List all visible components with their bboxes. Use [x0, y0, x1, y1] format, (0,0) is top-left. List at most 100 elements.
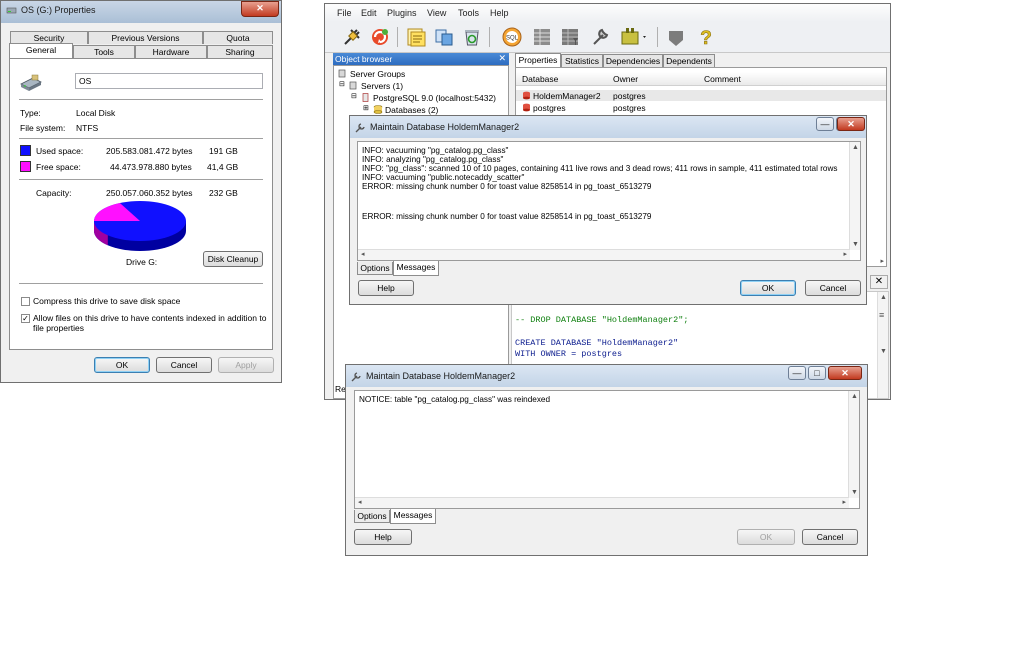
refresh-icon[interactable]: [369, 26, 391, 48]
maximize-button[interactable]: □: [808, 366, 826, 380]
row-database: postgres: [533, 103, 566, 113]
help-button[interactable]: Help: [358, 280, 414, 296]
tree-expander[interactable]: ⊟: [351, 92, 357, 100]
database-error-icon: [523, 103, 530, 112]
tree-server-groups[interactable]: Server Groups: [350, 69, 405, 79]
scroll-up-arrow[interactable]: ▲: [880, 294, 887, 301]
ok-button[interactable]: OK: [94, 357, 150, 373]
scroll-grip-icon[interactable]: ≡: [879, 310, 884, 320]
ok-button[interactable]: OK: [737, 529, 795, 545]
tab-previous-versions[interactable]: Previous Versions: [88, 31, 203, 44]
tab-tools[interactable]: Tools: [73, 45, 135, 58]
maint2-messages-log[interactable]: NOTICE: table "pg_catalog.pg_class" was …: [354, 390, 860, 509]
maint2-title-bar[interactable]: Maintain Database HoldemManager2 — □: [346, 365, 867, 387]
tab-options[interactable]: Options: [357, 262, 393, 275]
plug-icon[interactable]: [341, 26, 363, 48]
menu-file[interactable]: File: [337, 8, 352, 18]
scroll-right-arrow[interactable]: ▸: [842, 498, 846, 506]
index-checkbox[interactable]: ✓: [21, 314, 30, 323]
scroll-left-arrow[interactable]: ◂: [358, 498, 362, 506]
maint1-messages-log[interactable]: INFO: vacuuming "pg_catalog.pg_class" IN…: [357, 141, 861, 261]
filtered-data-icon[interactable]: [559, 26, 581, 48]
tab-dependents[interactable]: Dependents: [663, 54, 715, 67]
tree-expander[interactable]: ⊟: [339, 80, 345, 88]
tab-quota[interactable]: Quota: [203, 31, 273, 44]
tab-statistics[interactable]: Statistics: [561, 54, 603, 67]
log-vertical-scrollbar[interactable]: ▲ ▼: [848, 391, 859, 498]
toolbar-separator: [489, 27, 490, 47]
minimize-button[interactable]: —: [788, 366, 806, 380]
servers-icon: [349, 81, 357, 90]
divider: [19, 283, 263, 284]
minimize-icon: —: [792, 368, 802, 378]
maximize-icon: □: [814, 368, 820, 378]
drive-name-input[interactable]: OS: [75, 73, 263, 89]
tree-databases[interactable]: Databases (2): [385, 105, 438, 115]
tab-properties[interactable]: Properties: [515, 53, 561, 67]
menu-view[interactable]: View: [427, 8, 446, 18]
properties-close-button[interactable]: ✕: [241, 1, 279, 17]
scroll-down-arrow[interactable]: ▼: [852, 241, 859, 248]
close-icon: ✕: [847, 119, 855, 129]
hint-icon[interactable]: [665, 26, 687, 48]
scroll-right-arrow[interactable]: ▸: [843, 250, 847, 258]
log-vertical-scrollbar[interactable]: ▲ ▼: [849, 142, 860, 250]
sql-query-icon[interactable]: SQL: [501, 26, 523, 48]
sql-scrollbar[interactable]: ▲ ≡ ▼: [877, 292, 888, 398]
tab-dependencies[interactable]: Dependencies: [603, 54, 663, 67]
maint1-close-button[interactable]: ✕: [837, 117, 865, 131]
scroll-up-arrow[interactable]: ▲: [852, 144, 859, 151]
log-horizontal-scrollbar[interactable]: ◂ ▸: [355, 497, 849, 508]
delete-icon[interactable]: [461, 26, 483, 48]
tree-servers[interactable]: Servers (1): [361, 81, 403, 91]
disk-cleanup-button[interactable]: Disk Cleanup: [203, 251, 263, 267]
plugins-icon[interactable]: [619, 26, 649, 48]
maint2-close-button[interactable]: ✕: [828, 366, 862, 380]
column-comment[interactable]: Comment: [704, 74, 741, 84]
column-owner[interactable]: Owner: [613, 74, 638, 84]
menu-edit[interactable]: Edit: [361, 8, 377, 18]
cancel-button[interactable]: Cancel: [156, 357, 212, 373]
tab-sharing[interactable]: Sharing: [207, 45, 273, 58]
view-data-icon[interactable]: [531, 26, 553, 48]
maintenance-icon[interactable]: [589, 26, 611, 48]
scroll-down-arrow[interactable]: ▼: [851, 489, 858, 496]
log-line: INFO: vacuuming "public.notecaddy_scatte…: [362, 173, 525, 182]
ok-button[interactable]: OK: [740, 280, 796, 296]
column-database[interactable]: Database: [522, 74, 558, 84]
create-object-icon[interactable]: [433, 26, 455, 48]
table-row[interactable]: postgres postgres: [516, 102, 886, 113]
help-button[interactable]: Help: [354, 529, 412, 545]
tab-hardware[interactable]: Hardware: [135, 45, 207, 58]
help-icon[interactable]: ?: [695, 26, 717, 50]
object-browser-close-icon[interactable]: ✕: [498, 53, 506, 64]
log-line: ERROR: missing chunk number 0 for toast …: [362, 212, 652, 221]
scroll-down-arrow[interactable]: ▼: [880, 348, 887, 355]
type-label: Type:: [20, 108, 41, 118]
apply-button[interactable]: Apply: [218, 357, 274, 373]
tree-postgresql-server[interactable]: PostgreSQL 9.0 (localhost:5432): [373, 93, 496, 103]
log-horizontal-scrollbar[interactable]: ◂ ▸: [358, 249, 850, 260]
scroll-right-arrow[interactable]: ▸: [880, 257, 884, 265]
scroll-left-arrow[interactable]: ◂: [361, 250, 365, 258]
server-group-icon: [338, 69, 346, 78]
tree-expander[interactable]: ⊞: [363, 104, 369, 112]
maint1-title-bar[interactable]: Maintain Database HoldemManager2 — □: [350, 116, 866, 138]
properties-icon[interactable]: [405, 26, 427, 48]
tab-options[interactable]: Options: [354, 510, 390, 523]
cancel-button[interactable]: Cancel: [802, 529, 858, 545]
menu-help[interactable]: Help: [490, 8, 509, 18]
table-row[interactable]: HoldemManager2 postgres: [516, 90, 886, 101]
cancel-button[interactable]: Cancel: [805, 280, 861, 296]
tab-messages[interactable]: Messages: [390, 509, 436, 524]
object-browser-title: Object browser: [335, 54, 393, 64]
properties-title-bar[interactable]: OS (G:) Properties ✕: [1, 1, 281, 23]
tab-general[interactable]: General: [9, 43, 73, 58]
tab-messages[interactable]: Messages: [393, 261, 439, 276]
scroll-up-arrow[interactable]: ▲: [851, 393, 858, 400]
sql-pane-close-button[interactable]: ✕: [870, 275, 888, 289]
menu-plugins[interactable]: Plugins: [387, 8, 417, 18]
minimize-button[interactable]: —: [816, 117, 834, 131]
compress-checkbox[interactable]: [21, 297, 30, 306]
menu-tools[interactable]: Tools: [458, 8, 479, 18]
